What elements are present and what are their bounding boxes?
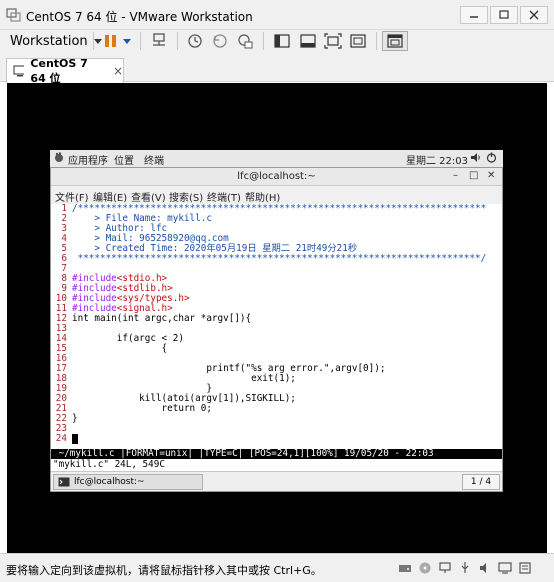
console-view-icon [387, 34, 403, 48]
terminal-window[interactable]: lfc@localhost:~ – □ ✕ 文件(F) 编辑(E) 查看(V) … [50, 167, 503, 492]
terminal-minimize-button[interactable]: – [453, 170, 458, 181]
workspace-pager[interactable]: 1 / 4 [462, 474, 500, 490]
show-library-button[interactable] [270, 31, 294, 51]
usb-device-icon[interactable] [458, 561, 472, 575]
tab-strip: CentOS 7 64 位 × [0, 52, 554, 85]
clock[interactable]: 星期二 22:03 [406, 152, 468, 167]
places-menu[interactable]: 位置 [114, 152, 134, 167]
gnome-top-bar: 应用程序 位置 终端 星期二 22:03 [50, 150, 503, 167]
toolbar-divider [140, 32, 141, 50]
unity-icon [350, 34, 366, 48]
network-adapter-icon[interactable] [438, 561, 452, 575]
gnome-logo-icon [54, 152, 64, 166]
message-log-icon[interactable] [518, 561, 532, 575]
terminal-close-button[interactable]: ✕ [487, 170, 495, 181]
line-number: 24 [55, 433, 67, 444]
fullscreen-icon [324, 33, 342, 49]
snapshot-icon [188, 34, 202, 48]
toolbar-divider [376, 32, 377, 50]
code-line: int main(int argc,char *argv[]){ [72, 313, 252, 324]
code-line: } [72, 413, 78, 424]
code-line: ****************************************… [72, 253, 487, 264]
applications-menu[interactable]: 应用程序 [68, 152, 108, 167]
vim-command-line: "mykill.c" 24L, 549C [51, 459, 502, 470]
hard-disk-icon[interactable] [398, 561, 412, 575]
sound-card-icon[interactable] [478, 561, 492, 575]
vim-editor[interactable]: 1/**************************************… [51, 204, 502, 449]
status-message: 要将输入定向到该虚拟机，请将鼠标指针移入其中或按 Ctrl+G。 [6, 564, 322, 577]
taskbar-item-label: lfc@localhost:~ [74, 477, 145, 487]
console-view-button[interactable] [382, 31, 408, 51]
toolbar-divider [263, 32, 264, 50]
tab-centos-vm[interactable]: CentOS 7 64 位 × [6, 56, 124, 85]
workstation-menu[interactable]: Workstation [10, 30, 102, 52]
unity-button[interactable] [346, 31, 370, 51]
terminal-menu-bar: 文件(F) 编辑(E) 查看(V) 搜索(S) 终端(T) 帮助(H) [51, 186, 502, 204]
vmware-logo-icon [6, 8, 21, 22]
tab-label: CentOS 7 64 位 [30, 56, 88, 85]
vm-icon [13, 65, 25, 77]
close-icon [529, 10, 539, 20]
minimize-button[interactable] [460, 6, 488, 24]
window-title: CentOS 7 64 位 - VMware Workstation [26, 10, 253, 24]
terminal-maximize-button[interactable]: □ [469, 170, 478, 181]
sidebar-layout-icon [274, 34, 290, 48]
toolbar: Workstation [0, 30, 554, 52]
minimize-icon [470, 16, 478, 18]
tab-close-icon[interactable]: × [113, 64, 123, 78]
volume-icon[interactable] [470, 152, 481, 166]
pause-icon [105, 35, 131, 47]
taskbar-item-terminal[interactable]: lfc@localhost:~ [53, 474, 203, 490]
vim-cursor [72, 434, 78, 444]
snapshot-manager-icon [238, 34, 253, 49]
menu-edit[interactable]: 编辑(E) [93, 189, 127, 204]
thumbnail-bar-icon [300, 34, 316, 48]
maximize-button[interactable] [490, 6, 518, 24]
send-ctrl-alt-del-button[interactable] [147, 31, 171, 51]
take-snapshot-button[interactable] [183, 31, 207, 51]
revert-snapshot-icon [213, 34, 227, 48]
pause-button[interactable] [100, 31, 136, 51]
code-line: { [72, 343, 168, 354]
code-line: return 0; [72, 403, 212, 414]
network-computer-icon [153, 33, 165, 46]
terminal-title-bar: lfc@localhost:~ – □ ✕ [51, 168, 502, 186]
menu-help[interactable]: 帮助(H) [245, 189, 280, 204]
power-icon[interactable] [486, 152, 497, 166]
maximize-icon [499, 10, 509, 19]
menu-view[interactable]: 查看(V) [131, 189, 166, 204]
menu-terminal[interactable]: 终端(T) [207, 189, 241, 204]
terminal-icon [58, 477, 70, 487]
terminal-title: lfc@localhost:~ [237, 171, 316, 182]
terminal-app-menu[interactable]: 终端 [144, 152, 164, 167]
toolbar-divider [177, 32, 178, 50]
full-screen-button[interactable] [321, 31, 345, 51]
toolbar-divider [93, 32, 94, 50]
workstation-menu-label: Workstation [10, 33, 88, 49]
vim-status-line: ~/mykill.c |FORMAT=unix| |TYPE=C| [POS=2… [51, 449, 502, 459]
status-bar: 要将输入定向到该虚拟机，请将鼠标指针移入其中或按 Ctrl+G。 [0, 553, 554, 582]
show-thumbnail-bar-button[interactable] [296, 31, 320, 51]
menu-file[interactable]: 文件(F) [55, 189, 89, 204]
snapshot-manager-button[interactable] [233, 31, 257, 51]
display-icon[interactable] [498, 561, 512, 575]
menu-search[interactable]: 搜索(S) [169, 189, 203, 204]
revert-snapshot-button[interactable] [208, 31, 232, 51]
close-window-button[interactable] [520, 6, 548, 24]
title-bar: CentOS 7 64 位 - VMware Workstation [0, 0, 554, 30]
gnome-bottom-taskbar: lfc@localhost:~ 1 / 4 [51, 471, 502, 491]
cd-drive-icon[interactable] [418, 561, 432, 575]
